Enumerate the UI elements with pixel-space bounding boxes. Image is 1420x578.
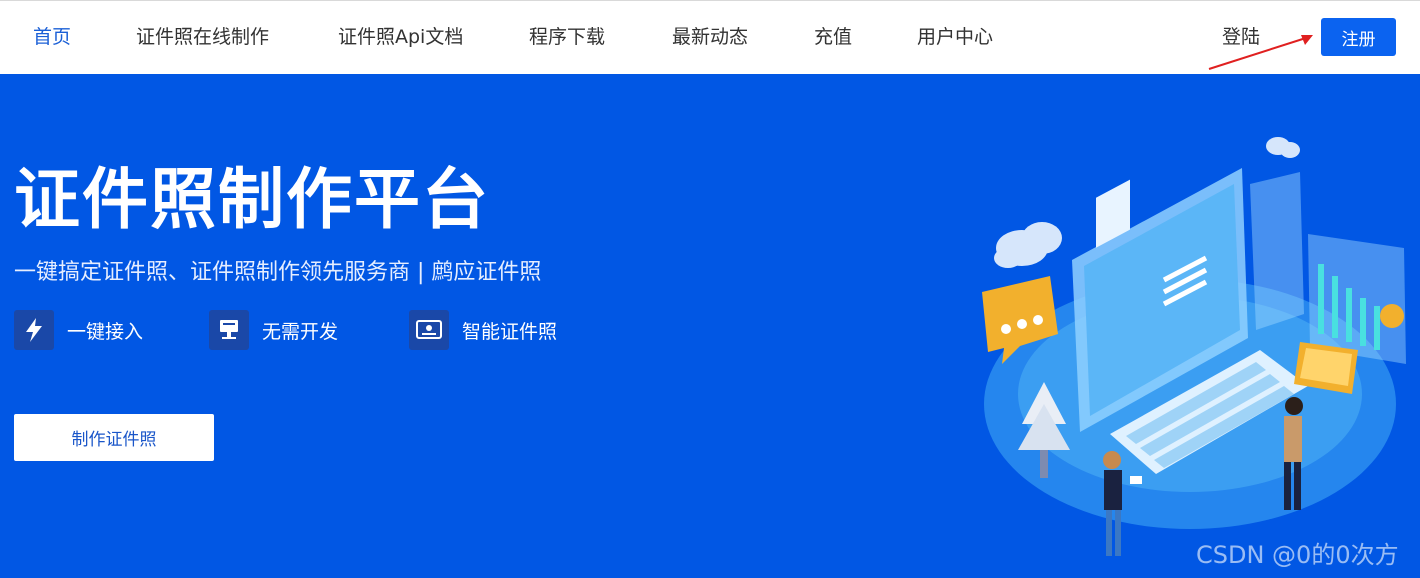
nav-item-online-maker[interactable]: 证件照在线制作 bbox=[136, 23, 269, 51]
lightning-icon bbox=[14, 310, 54, 350]
annotation-arrow-icon bbox=[1208, 35, 1313, 70]
csdn-watermark: CSDN @0的0次方 bbox=[1196, 541, 1399, 569]
hero-title: 证件照制作平台 bbox=[14, 161, 490, 238]
nav-item-user-center[interactable]: 用户中心 bbox=[917, 23, 993, 51]
feature-one-click: 一键接入 bbox=[14, 310, 143, 350]
hero-subtitle: 一键搞定证件照、证件照制作领先服务商 | 鹧应证件照 bbox=[14, 260, 542, 285]
nav-item-api-docs[interactable]: 证件照Api文档 bbox=[338, 23, 463, 51]
nav-item-home[interactable]: 首页 bbox=[33, 23, 71, 51]
make-photo-button[interactable]: 制作证件照 bbox=[14, 414, 214, 461]
top-navigation-bar: 首页 证件照在线制作 证件照Api文档 程序下载 最新动态 充值 用户中心 登陆… bbox=[0, 0, 1420, 74]
nav-item-recharge[interactable]: 充值 bbox=[814, 23, 852, 51]
id-card-icon bbox=[409, 310, 449, 350]
nav-item-download[interactable]: 程序下载 bbox=[529, 23, 605, 51]
nav-item-news[interactable]: 最新动态 bbox=[672, 23, 748, 51]
feature-label: 一键接入 bbox=[67, 320, 144, 343]
hero-banner: 证件照制作平台 一键搞定证件照、证件照制作领先服务商 | 鹧应证件照 一键接入 … bbox=[0, 74, 1420, 578]
computer-illustration-icon bbox=[982, 137, 1406, 556]
feature-no-dev: 无需开发 bbox=[209, 310, 338, 350]
feature-smart-photo: 智能证件照 bbox=[409, 310, 557, 350]
computer-icon bbox=[209, 310, 249, 350]
feature-label: 智能证件照 bbox=[462, 320, 558, 343]
register-button[interactable]: 注册 bbox=[1321, 18, 1396, 56]
feature-label: 无需开发 bbox=[262, 320, 339, 343]
